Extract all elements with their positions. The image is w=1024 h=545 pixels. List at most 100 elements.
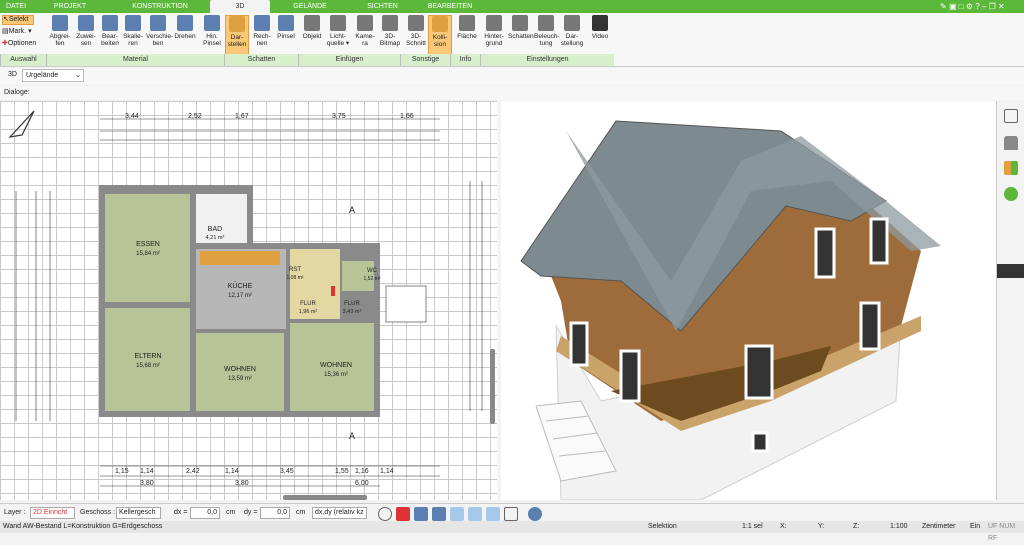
layers-icon[interactable]	[1004, 109, 1018, 123]
mark-dropdown[interactable]: ▤Mark. ▾	[2, 27, 42, 37]
ribbon-button-icon	[538, 15, 554, 31]
close-icon[interactable]: ✕	[998, 2, 1005, 11]
dim-top-0: 3,44	[125, 113, 139, 120]
tab-datei[interactable]: DATEI	[0, 0, 32, 13]
layer-select[interactable]: 2D Einricht	[30, 507, 75, 519]
group-material: Material	[46, 54, 224, 66]
floor-select[interactable]: Kellergesch	[116, 507, 161, 519]
ribbon-button-icon	[592, 15, 608, 31]
room-name: RST	[289, 267, 301, 273]
room-area: 1,08 m²	[287, 275, 304, 281]
clock-icon[interactable]	[378, 507, 392, 521]
3d-view[interactable]	[501, 101, 996, 500]
north-icon[interactable]	[528, 507, 542, 521]
ribbon-button-5[interactable]: Drehen	[173, 15, 197, 59]
ribbon-button-1[interactable]: Zuwei- sen	[74, 15, 98, 59]
ribbon-button-15[interactable]: Kolli- sion	[428, 15, 452, 59]
room-name: FLUR	[344, 301, 360, 307]
ribbon-button-12[interactable]: Kame- ra	[353, 15, 377, 59]
tab-gelaende[interactable]: GELÄNDE	[285, 0, 335, 13]
ribbon-button-10[interactable]: Objekt	[300, 15, 324, 59]
room-area: 15,36 m²	[324, 372, 348, 378]
record-icon[interactable]	[396, 507, 410, 521]
dx-input[interactable]: 0,0	[190, 507, 220, 519]
ribbon-button-13[interactable]: 3D- Bitmap	[378, 15, 402, 59]
ribbon-button-label: Kame- ra	[355, 33, 375, 47]
ribbon-button-19[interactable]: Beleuch- tung	[534, 15, 560, 59]
plan-vertical-scrollbar[interactable]	[490, 349, 495, 424]
entrance-steps	[385, 285, 427, 323]
surface-icon[interactable]	[486, 507, 500, 521]
minimize-icon[interactable]: –	[982, 2, 986, 11]
window-icon[interactable]: □	[959, 2, 964, 11]
ribbon-button-3[interactable]: Skalie- ren	[121, 15, 145, 59]
tab-projekt[interactable]: PROJEKT	[50, 0, 90, 13]
ribbon-button-21[interactable]: Video	[588, 15, 612, 59]
ribbon-button-icon	[254, 15, 270, 31]
ribbon-button-0[interactable]: Abgrei- fen	[48, 15, 72, 59]
ribbon-button-4[interactable]: Verschie- ben	[146, 15, 173, 59]
chevron-down-icon: ⌄	[75, 72, 81, 79]
status-x: X:	[780, 523, 787, 530]
tab-konstruktion[interactable]: KONSTRUKTION	[125, 0, 195, 13]
view-mode-label: 3D	[8, 71, 17, 78]
ribbon-button-label: Video	[591, 33, 609, 40]
ribbon-button-8[interactable]: Rech- nen	[250, 15, 274, 59]
restore-icon[interactable]: ❐	[989, 2, 996, 11]
dim-bottom-0: 1,15	[115, 468, 129, 475]
angle-icon[interactable]	[432, 507, 446, 521]
dim-top-2: 1,67	[235, 113, 249, 120]
help-icon[interactable]: ?	[975, 2, 979, 11]
options-button[interactable]: ✚Optionen	[2, 39, 46, 49]
ribbon-button-label: Beleuch- tung	[534, 33, 560, 47]
ribbon-button-icon	[52, 15, 68, 31]
ribbon-button-17[interactable]: Hinter- grund	[482, 15, 506, 59]
room-name: WOHNEN	[320, 362, 352, 369]
status-bar: Wand AW-Bestand L=Konstruktion G=Erdgesc…	[0, 521, 1024, 542]
terrain-select[interactable]: Urgelände ⌄	[22, 69, 84, 82]
snap-icon[interactable]	[414, 507, 428, 521]
settings-icon[interactable]: ⚙	[966, 2, 973, 11]
ribbon-button-18[interactable]: Schatten	[508, 15, 534, 59]
room-area: 3,43 m²	[343, 309, 362, 315]
coordinate-mode-select[interactable]: dx,dy (relativ kz	[312, 507, 367, 519]
ribbon-button-7[interactable]: Dar- stellen	[225, 15, 249, 59]
pen-icon[interactable]: ✎	[940, 2, 947, 11]
status-mode: Selektion	[648, 523, 677, 530]
dim-bottom-4: 3,45	[280, 468, 294, 475]
grid-icon[interactable]	[504, 507, 518, 521]
line-icon[interactable]	[450, 507, 464, 521]
ribbon-button-20[interactable]: Dar- stellung	[560, 15, 584, 59]
layout-icon[interactable]: ▣	[949, 2, 957, 11]
ribbon-button-11[interactable]: Licht- quelle ▾	[326, 15, 350, 59]
select-button[interactable]: ↖Selekt	[2, 15, 34, 25]
ribbon-button-icon	[357, 15, 373, 31]
dialog-label: Dialoge:	[4, 89, 30, 96]
ribbon-button-2[interactable]: Bear- beiten	[98, 15, 122, 59]
ribbon-button-9[interactable]: Pinsel	[274, 15, 298, 59]
tree-icon[interactable]	[1004, 187, 1018, 201]
ribbon-button-14[interactable]: 3D- Schnitt	[404, 15, 428, 59]
status-unit: Zentimeter	[922, 523, 956, 530]
dy-input[interactable]: 0,0	[260, 507, 290, 519]
ribbon-button-6[interactable]: Hin. Pinsel	[200, 15, 224, 59]
tab-bearbeiten[interactable]: BEARBEITEN	[420, 0, 480, 13]
tab-sichten[interactable]: SICHTEN	[360, 0, 405, 13]
ribbon-button-icon	[408, 15, 424, 31]
chair-icon[interactable]	[1004, 136, 1018, 150]
ribbon-button-label: Drehen	[174, 33, 196, 40]
floor-plan-view[interactable]: 3,44 2,52 1,67 3,75 1,66 1,15 1,14 2,42 …	[0, 101, 497, 500]
section-label: A	[349, 205, 355, 215]
ribbon-button-icon	[150, 15, 166, 31]
plan-horizontal-scrollbar[interactable]	[283, 495, 367, 500]
ribbon-button-label: Dar- stellen	[227, 34, 247, 48]
ortho-icon[interactable]	[468, 507, 482, 521]
menu-icon[interactable]	[997, 264, 1024, 278]
palette-icon[interactable]	[1004, 161, 1018, 175]
ribbon-button-16[interactable]: Fläche	[455, 15, 479, 59]
tab-3d[interactable]: 3D	[210, 0, 270, 13]
ribbon-button-label: Dar- stellung	[560, 33, 584, 47]
ribbon-button-label: Hinter- grund	[484, 33, 504, 47]
status-z: Z:	[853, 523, 860, 530]
status-flags: UF NUM RF	[988, 523, 1016, 542]
